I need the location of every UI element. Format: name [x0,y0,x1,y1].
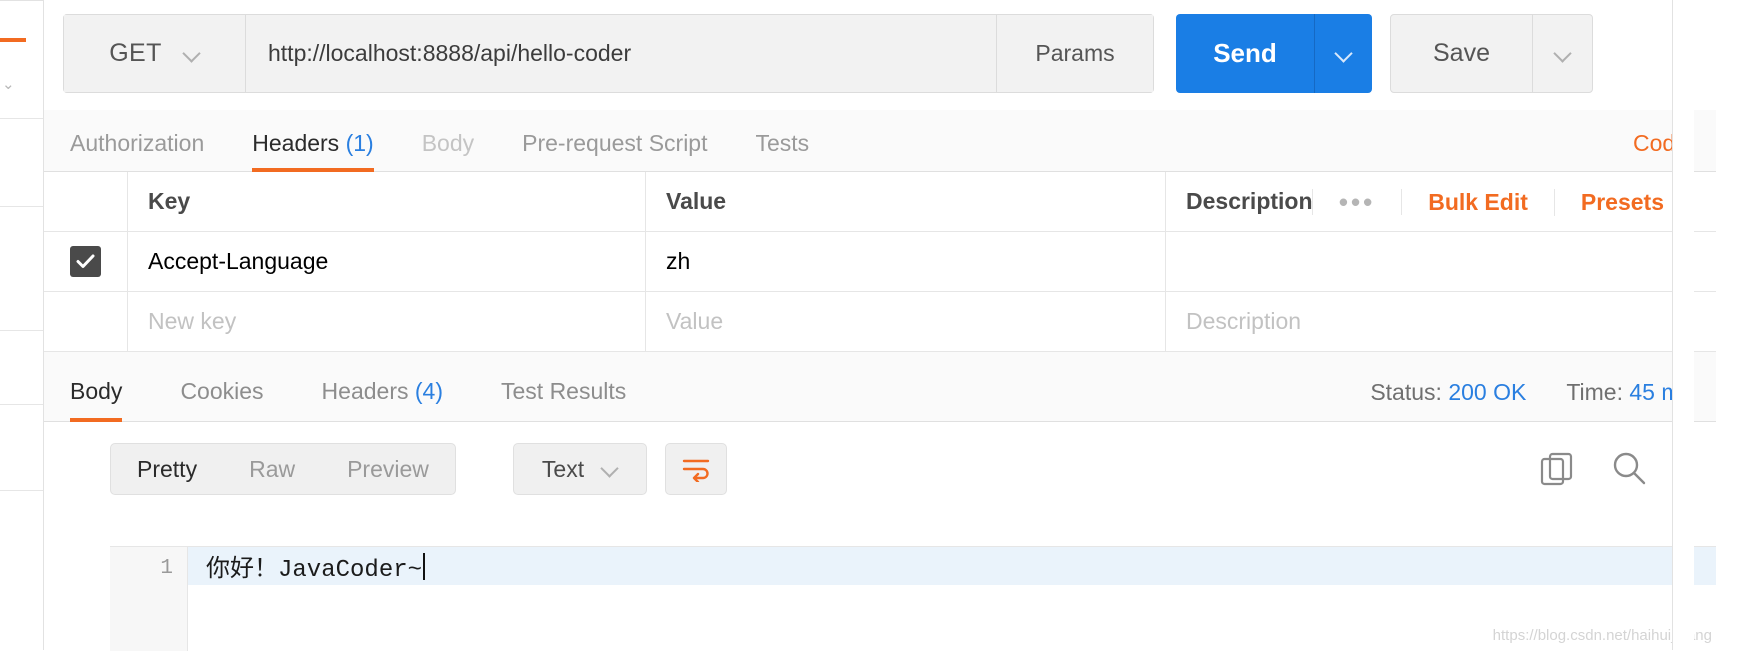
send-button-group: Send [1176,14,1372,93]
status-badge: Status: 200 OK [1370,379,1526,406]
chevron-down-icon [1555,46,1571,62]
tab-label: Cookies [180,378,263,404]
response-tab-cookies[interactable]: Cookies [180,378,263,421]
tab-label: Body [70,378,122,404]
table-row[interactable]: Accept-Language zh [44,232,1716,292]
tab-authorization[interactable]: Authorization [70,130,204,171]
view-mode-raw[interactable]: Raw [223,444,321,494]
method-label: GET [109,39,162,68]
tab-label: Tests [756,130,810,156]
tab-count: (4) [415,378,443,404]
divider [0,490,44,491]
chevron-down-icon[interactable]: ⌄ [2,78,16,92]
save-options-button[interactable] [1532,15,1592,92]
view-mode-preview[interactable]: Preview [321,444,455,494]
response-tab-test-results[interactable]: Test Results [501,378,626,421]
header-key-input[interactable]: Accept-Language [128,232,646,292]
table-row-new[interactable]: New key Value Description [44,292,1716,352]
tab-label: Headers [252,130,339,156]
view-mode-pretty[interactable]: Pretty [111,444,223,494]
line-number: 1 [160,557,173,580]
save-button[interactable]: Save [1391,15,1532,92]
time-label: Time: [1566,379,1623,405]
chevron-down-icon [602,461,618,477]
tab-label: Body [422,130,474,156]
new-header-key-input[interactable]: New key [128,292,646,352]
right-edge-strip [1672,0,1694,650]
wrap-lines-icon [681,456,711,482]
copy-icon [1538,450,1576,488]
search-icon [1610,450,1648,488]
search-button[interactable] [1610,450,1648,488]
save-button-group: Save [1390,14,1593,93]
tab-count: (1) [346,130,374,156]
tab-label: Test Results [501,378,626,404]
check-icon [76,254,95,269]
chevron-down-icon [184,46,200,62]
headers-actions: ••• Bulk Edit Presets [1312,172,1690,232]
divider [0,330,44,331]
tab-label: Pre-request Script [522,130,707,156]
chevron-down-icon [1336,46,1352,62]
response-format-label: Text [542,456,584,483]
status-label: Status: [1370,379,1442,405]
sidebar-active-indicator [0,38,26,42]
tab-label: Headers [322,378,409,404]
status-value: 200 OK [1448,379,1526,405]
divider [0,206,44,207]
response-tab-bar: Body Cookies Headers (4) Test Results St… [44,352,1716,422]
response-format-selector[interactable]: Text [513,443,647,495]
bulk-edit-button[interactable]: Bulk Edit [1402,189,1555,216]
method-selector[interactable]: GET [64,15,246,92]
response-tab-headers[interactable]: Headers (4) [322,378,443,421]
new-header-description-input[interactable]: Description [1166,292,1716,352]
response-body-toolbar: Pretty Raw Preview Text [44,422,1716,510]
editor-line-text: 你好！JavaCoder~ [206,548,422,584]
divider [0,0,44,1]
url-input-group: GET http://localhost:8888/api/hello-code… [63,14,1154,93]
view-mode-group: Pretty Raw Preview [110,443,456,495]
editor-gutter: 1 [110,547,188,651]
text-cursor [423,553,425,580]
tab-body[interactable]: Body [422,130,474,171]
send-button[interactable]: Send [1176,14,1314,93]
row-checkbox-cell [44,232,128,292]
response-body-editor[interactable]: 1 你好！JavaCoder~ [110,546,1716,650]
header-value-input[interactable]: zh [646,232,1166,292]
new-header-value-input[interactable]: Value [646,292,1166,352]
response-meta: Status: 200 OK Time: 45 ms [1370,379,1692,406]
request-response-pane: GET http://localhost:8888/api/hello-code… [44,0,1738,650]
row-checkbox-cell [44,292,128,352]
header-checkbox-column [44,172,128,232]
send-options-button[interactable] [1314,14,1372,93]
divider [0,404,44,405]
tab-tests[interactable]: Tests [756,130,810,171]
more-options-icon[interactable]: ••• [1312,189,1402,215]
presets-label: Presets [1581,189,1664,216]
divider [0,118,44,119]
request-tab-bar: Authorization Headers (1) Body Pre-reque… [44,110,1716,172]
tab-headers[interactable]: Headers (1) [252,130,373,171]
response-tab-body[interactable]: Body [70,378,122,421]
header-description-input[interactable] [1166,232,1716,292]
column-header-value: Value [646,172,1166,232]
url-input[interactable]: http://localhost:8888/api/hello-coder [246,15,996,92]
column-header-key: Key [128,172,646,232]
params-button[interactable]: Params [996,15,1153,92]
headers-table: Key Value Description ••• Bulk Edit Pres… [44,172,1716,352]
copy-button[interactable] [1538,450,1576,488]
tab-label: Authorization [70,130,204,156]
wrap-lines-button[interactable] [665,443,727,495]
url-bar: GET http://localhost:8888/api/hello-code… [63,14,1718,93]
presets-button[interactable]: Presets [1555,189,1690,216]
tab-pre-request-script[interactable]: Pre-request Script [522,130,707,171]
editor-empty-area[interactable] [188,585,1716,650]
table-header-row: Key Value Description ••• Bulk Edit Pres… [44,172,1716,232]
editor-line[interactable]: 你好！JavaCoder~ [188,547,1716,585]
sidebar-edge: ⌄ [0,0,44,650]
row-checkbox[interactable] [70,246,101,277]
